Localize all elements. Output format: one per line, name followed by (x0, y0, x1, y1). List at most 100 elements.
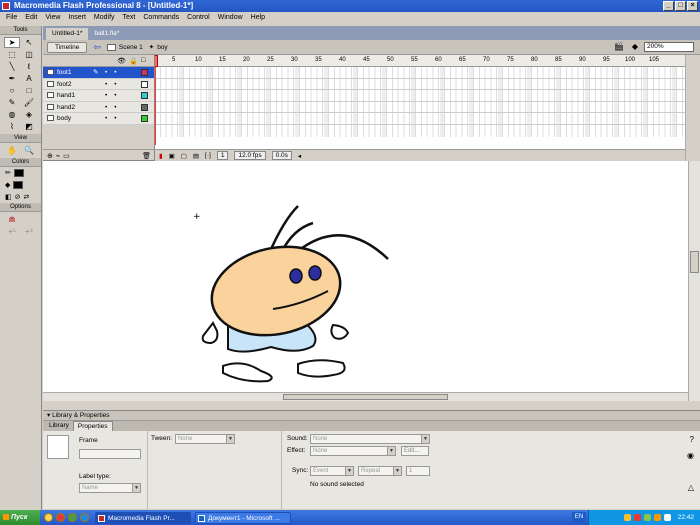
menu-view[interactable]: View (41, 12, 64, 23)
insert-layer-icon[interactable]: ⊕ (47, 152, 53, 160)
zoom-field[interactable]: 200% (644, 42, 694, 52)
tray-icon[interactable] (633, 514, 641, 521)
expand-panel-arrow-icon[interactable]: △ (688, 483, 694, 492)
default-colors-icon[interactable]: ◧ (5, 193, 12, 201)
lasso-tool-icon[interactable]: ℓ (21, 61, 37, 72)
effect-select[interactable]: None ▼ (310, 446, 396, 456)
subselection-tool-icon[interactable]: ↖ (21, 37, 37, 48)
center-frame-icon[interactable]: ▮ (159, 152, 163, 160)
quicklaunch-icon[interactable] (44, 513, 53, 522)
tab-library[interactable]: Library (45, 421, 73, 431)
no-color-icon[interactable]: ⊘ (15, 193, 21, 201)
insert-folder-icon[interactable]: ▭ (63, 152, 70, 160)
frame-grid[interactable] (155, 67, 685, 137)
swap-colors-icon[interactable]: ⇄ (24, 193, 30, 201)
layer-row-foot1[interactable]: foot1 ✎ •• (43, 67, 154, 79)
breadcrumb-scene[interactable]: Scene 1 (106, 43, 143, 51)
tween-select[interactable]: None ▼ (175, 434, 235, 444)
sync-select[interactable]: Event ▼ (310, 466, 354, 476)
onion-skin-icon[interactable]: ▣ (169, 152, 175, 160)
menu-modify[interactable]: Modify (90, 12, 119, 23)
layer-color-box[interactable] (141, 115, 148, 122)
rectangle-tool-icon[interactable]: □ (21, 85, 37, 96)
oval-tool-icon[interactable]: ○ (4, 85, 20, 96)
doc-tab-ball1[interactable]: ball1.fla* (88, 28, 125, 40)
add-guide-layer-icon[interactable]: ⌁ (56, 152, 60, 160)
tray-icon[interactable] (623, 514, 631, 521)
tray-icon[interactable] (653, 514, 661, 521)
layer-row-hand1[interactable]: hand1 •• (43, 90, 154, 102)
menu-file[interactable]: File (2, 12, 21, 23)
help-icon[interactable]: ? (690, 435, 694, 444)
quicklaunch-icon[interactable] (56, 513, 65, 522)
language-indicator[interactable]: EN (572, 512, 586, 523)
fill-transform-tool-icon[interactable]: ◫ (21, 49, 37, 60)
menu-control[interactable]: Control (183, 12, 214, 23)
sound-select[interactable]: None ▼ (310, 434, 430, 444)
layer-row-hand2[interactable]: hand2 •• (43, 101, 154, 113)
tab-properties[interactable]: Properties (72, 421, 113, 431)
maximize-button[interactable]: □ (675, 1, 686, 11)
menu-text[interactable]: Text (119, 12, 140, 23)
layer-color-box[interactable] (141, 69, 148, 76)
repeat-select[interactable]: Repeat ▼ (358, 466, 402, 476)
eye-icon[interactable]: 👁 (117, 57, 126, 65)
outline-icon[interactable]: □ (141, 57, 145, 64)
edit-sound-button[interactable]: Edit... (401, 446, 429, 456)
layer-color-box[interactable] (141, 103, 148, 111)
text-tool-icon[interactable]: A (21, 73, 37, 84)
scroll-left-icon[interactable]: ◂ (298, 152, 301, 160)
layer-row-foot2[interactable]: foot2 •• (43, 78, 154, 90)
frame-name-field[interactable] (79, 449, 141, 459)
zoom-tool-icon[interactable]: 🔍 (21, 145, 37, 156)
minimize-button[interactable]: _ (663, 1, 674, 11)
pencil-tool-icon[interactable]: ✎ (4, 97, 20, 108)
stage-canvas[interactable]: + (43, 161, 700, 401)
pen-tool-icon[interactable]: ✒ (4, 73, 20, 84)
start-button[interactable]: Пуск (0, 510, 40, 525)
edit-scene-icon[interactable]: 🎬 (614, 42, 624, 51)
tray-icon[interactable] (643, 514, 651, 521)
paint-bucket-tool-icon[interactable]: ◈ (21, 109, 37, 120)
quicklaunch-icon[interactable] (80, 513, 89, 522)
edit-multiple-frames-icon[interactable]: ▤ (193, 152, 199, 160)
label-type-select[interactable]: Name ▼ (79, 483, 141, 493)
breadcrumb-symbol[interactable]: ✦ boy (149, 43, 168, 52)
stroke-color-swatch[interactable] (13, 169, 24, 177)
tray-icon[interactable] (663, 514, 671, 521)
line-tool-icon[interactable]: ╲ (4, 61, 20, 72)
layer-color-box[interactable] (141, 80, 148, 88)
timeline-scrollbar[interactable] (685, 55, 700, 161)
layer-row-body[interactable]: body •• (43, 113, 154, 125)
hand-tool-icon[interactable]: ✋ (4, 145, 20, 156)
playhead[interactable] (155, 55, 158, 145)
menu-insert[interactable]: Insert (64, 12, 90, 23)
selection-tool-icon[interactable]: ➤ (4, 37, 20, 48)
smooth-option-icon[interactable]: +⁵ (4, 226, 20, 237)
quicklaunch-icon[interactable] (68, 513, 77, 522)
close-button[interactable]: × (687, 1, 698, 11)
ink-bottle-tool-icon[interactable]: ◍ (4, 109, 20, 120)
doc-tab-untitled[interactable]: Untitled-1* (46, 28, 89, 40)
eraser-tool-icon[interactable]: ◩ (21, 121, 37, 132)
expand-icon[interactable]: ◉ (687, 451, 694, 460)
straighten-option-icon[interactable]: +⁴ (21, 226, 37, 237)
frames-area[interactable]: 5 10 15 20 25 30 35 40 45 50 55 60 65 70… (155, 55, 685, 161)
taskbar-item-word[interactable]: Документ1 - Microsoft ... (195, 511, 291, 524)
delete-layer-icon[interactable]: 🗑 (142, 152, 151, 160)
layer-color-box[interactable] (141, 92, 148, 99)
edit-symbols-icon[interactable]: ◆ (632, 42, 638, 51)
back-arrow-icon[interactable]: ⇦ (93, 42, 101, 53)
snap-magnet-icon[interactable]: ⋒ (4, 214, 20, 225)
menu-help[interactable]: Help (247, 12, 269, 23)
free-transform-tool-icon[interactable]: ⬚ (4, 49, 20, 60)
properties-panel-header[interactable]: ▾ Library & Properties (43, 411, 700, 421)
onion-outline-icon[interactable]: ▢ (181, 152, 187, 160)
onion-markers-icon[interactable]: [·] (205, 152, 211, 159)
menu-edit[interactable]: Edit (21, 12, 41, 23)
menu-window[interactable]: Window (214, 12, 247, 23)
fill-color-swatch[interactable] (13, 181, 24, 189)
stage-horizontal-scrollbar[interactable] (43, 392, 700, 401)
repeat-count-field[interactable]: 1 (406, 466, 430, 476)
stage-vertical-scrollbar[interactable] (688, 161, 700, 401)
